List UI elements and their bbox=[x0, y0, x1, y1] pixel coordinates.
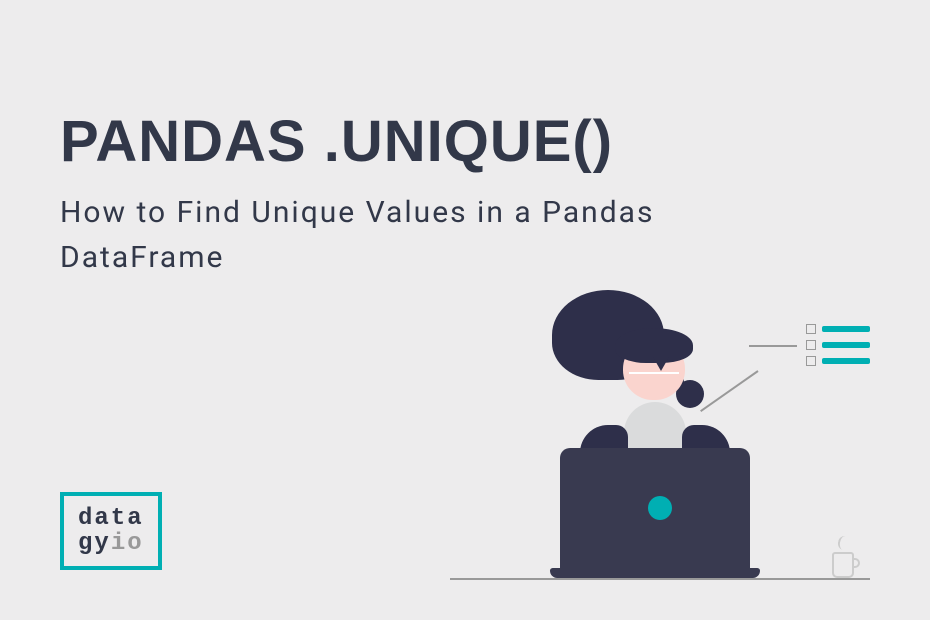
logo-line-2: gyio bbox=[78, 531, 144, 556]
list-bar bbox=[822, 358, 870, 364]
logo-text-io: io bbox=[111, 531, 144, 556]
logo-line-1: data bbox=[78, 506, 144, 531]
datagy-logo: data gyio bbox=[60, 492, 162, 570]
checkbox-icon bbox=[806, 356, 816, 366]
callout-line bbox=[749, 345, 797, 347]
checkbox-icon bbox=[806, 324, 816, 334]
laptop-icon bbox=[550, 448, 760, 578]
page-subtitle: How to Find Unique Values in a Pandas Da… bbox=[60, 190, 820, 280]
list-item bbox=[806, 356, 870, 366]
list-bar bbox=[822, 342, 870, 348]
laptop-logo-dot bbox=[648, 496, 672, 520]
hero-illustration bbox=[450, 300, 870, 580]
list-item bbox=[806, 340, 870, 350]
checklist-icon bbox=[806, 324, 870, 366]
logo-text-gy: gy bbox=[78, 531, 111, 556]
checkbox-icon bbox=[806, 340, 816, 350]
coffee-cup-icon bbox=[832, 546, 860, 578]
logo-text-data: data bbox=[78, 506, 144, 531]
page-title: PANDAS .UNIQUE() bbox=[60, 108, 613, 175]
list-item bbox=[806, 324, 870, 334]
list-bar bbox=[822, 326, 870, 332]
desk-line bbox=[450, 578, 870, 580]
